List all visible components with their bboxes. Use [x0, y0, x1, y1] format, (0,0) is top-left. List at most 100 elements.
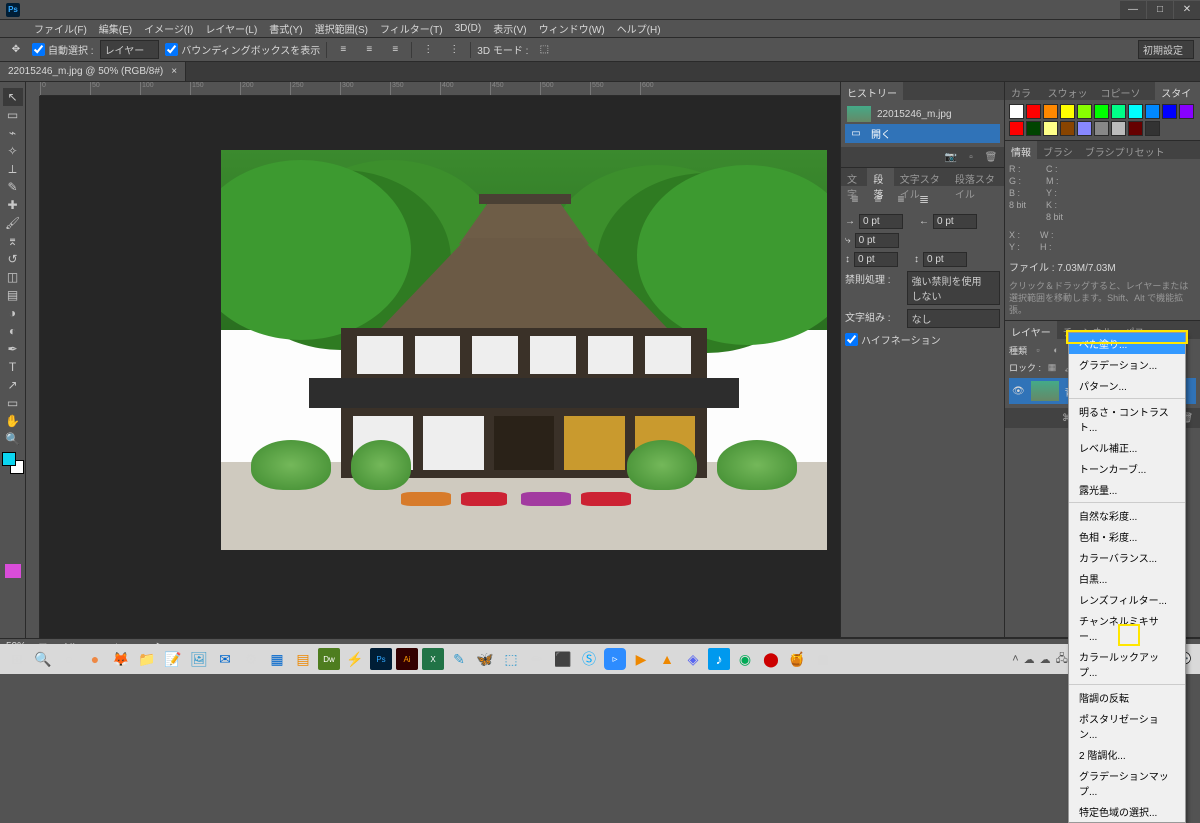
indent-left[interactable]: → 0 pt [845, 214, 903, 229]
tray-onedrive-icon[interactable]: ☁ [1040, 653, 1051, 666]
close-button[interactable]: ✕ [1174, 1, 1200, 19]
ctx-補正[interactable]: レベル補正... [1069, 437, 1185, 458]
brush-tool[interactable]: 🖌 [3, 214, 23, 232]
style-swatch[interactable] [1128, 121, 1143, 136]
ctx-べた塗り[interactable]: べた塗り... [1069, 333, 1185, 354]
chrome-icon[interactable]: ● [84, 648, 106, 670]
illustrator-icon[interactable]: Ai [396, 648, 418, 670]
tray-chevron-icon[interactable]: ˄ [1012, 653, 1018, 665]
tab-char[interactable]: 文字 [841, 168, 867, 186]
quickmask-button[interactable] [5, 564, 21, 578]
menu-help[interactable]: ヘルプ(H) [611, 19, 667, 38]
align-right-icon[interactable]: ≡ [891, 190, 911, 208]
tab-brushpreset[interactable]: ブラシプリセット [1079, 141, 1171, 159]
indent-first[interactable]: ⤷ 0 pt [845, 233, 899, 248]
tab-paragraph[interactable]: 段落 [867, 168, 893, 186]
history-source[interactable]: 22015246_m.jpg [845, 104, 1000, 124]
workspace-select[interactable]: 初期設定 [1138, 40, 1194, 59]
photos-icon[interactable]: 🖼 [188, 648, 210, 670]
indent-right[interactable]: ← 0 pt [919, 214, 977, 229]
minimize-button[interactable]: — [1120, 1, 1146, 19]
menu-select[interactable]: 選択範囲(S) [309, 19, 374, 38]
app-icon-2[interactable]: ▤ [292, 648, 314, 670]
style-swatch[interactable] [1179, 104, 1194, 119]
tab-swatches[interactable]: スウォッチ [1042, 82, 1095, 100]
ctx-ー[interactable]: チャンネルミキサー... [1069, 610, 1185, 646]
ctx-ー[interactable]: カラールックアップ... [1069, 646, 1185, 682]
style-swatch[interactable] [1094, 104, 1109, 119]
menu-filter[interactable]: フィルター(T) [374, 19, 449, 38]
style-swatch[interactable] [1043, 121, 1058, 136]
doc-tab-close[interactable]: × [171, 66, 177, 77]
tab-clone[interactable]: コピーソース [1095, 82, 1156, 100]
tab-history[interactable]: ヒストリー [841, 82, 903, 100]
app-icon-6[interactable]: ✏ [526, 648, 548, 670]
align-left-icon[interactable]: ≡ [845, 190, 865, 208]
move-tool[interactable]: ↖ [3, 88, 23, 106]
mojikumi-select[interactable]: なし [907, 309, 1000, 328]
fg-bg-swatch[interactable] [2, 452, 24, 474]
wand-tool[interactable]: ✧ [3, 142, 23, 160]
dodge-tool[interactable]: ◐ [3, 322, 23, 340]
history-step-open[interactable]: ▭開く [845, 124, 1000, 143]
app-icon-7[interactable]: 🍯 [786, 648, 808, 670]
mode3d-icon[interactable]: ⬚ [534, 40, 554, 60]
lasso-tool[interactable]: ⌁ [3, 124, 23, 142]
tab-layers[interactable]: レイヤー [1005, 321, 1057, 339]
ctx-階調の反転[interactable]: 階調の反転 [1069, 687, 1185, 708]
style-swatch[interactable] [1145, 104, 1160, 119]
menu-3d[interactable]: 3D(D) [449, 21, 488, 36]
align-icon-3[interactable]: ≡ [385, 40, 405, 60]
type-tool[interactable]: T [3, 358, 23, 376]
photoshop-icon[interactable]: Ps [370, 648, 392, 670]
app-dark-icon[interactable]: ◼ [812, 648, 834, 670]
app-icon-4[interactable]: 🦋 [474, 648, 496, 670]
tab-charstyle[interactable]: 文字スタイル [894, 168, 949, 186]
firefox-icon[interactable]: 🦊 [110, 648, 132, 670]
start-button[interactable]: ⊞ [6, 648, 28, 670]
zoom-icon[interactable]: ▹ [604, 648, 626, 670]
ctx-色相・彩度[interactable]: 色相・彩度... [1069, 526, 1185, 547]
lock-trans-icon[interactable]: ▦ [1045, 360, 1059, 374]
filter-adj-icon[interactable]: ◐ [1049, 343, 1063, 357]
autoselect-dropdown[interactable]: レイヤー [100, 40, 160, 59]
tray-cloud-icon[interactable]: ☁ [1024, 653, 1035, 666]
ctx-特定色域の選択[interactable]: 特定色域の選択... [1069, 801, 1185, 822]
eyedropper-tool[interactable]: ✎ [3, 178, 23, 196]
menu-file[interactable]: ファイル(F) [28, 19, 93, 38]
ctx-ー[interactable]: グラデーションマップ... [1069, 765, 1185, 801]
ctx-ー[interactable]: グラデーション... [1069, 354, 1185, 375]
autoselect-checkbox[interactable] [32, 43, 45, 56]
app-icon-3[interactable]: ✎ [448, 648, 470, 670]
style-swatch[interactable] [1077, 121, 1092, 136]
style-swatch[interactable] [1026, 104, 1041, 119]
menu-window[interactable]: ウィンドウ(W) [533, 19, 611, 38]
menu-view[interactable]: 表示(V) [487, 19, 532, 38]
flash-icon[interactable]: ⚡ [344, 648, 366, 670]
visibility-icon[interactable]: 👁 [1012, 386, 1025, 397]
style-swatch[interactable] [1060, 104, 1075, 119]
tab-parastyle[interactable]: 段落スタイル [949, 168, 1004, 186]
eraser-tool[interactable]: ◫ [3, 268, 23, 286]
outlook-icon[interactable]: ✉ [214, 648, 236, 670]
maximize-button[interactable]: □ [1147, 1, 1173, 19]
notepad-icon[interactable]: 📝 [162, 648, 184, 670]
app-green-icon[interactable]: ◉ [734, 648, 756, 670]
menu-layer[interactable]: レイヤー(L) [199, 19, 263, 38]
shape-tool[interactable]: ▭ [3, 394, 23, 412]
marquee-tool[interactable]: ▭ [3, 106, 23, 124]
style-swatch[interactable] [1060, 121, 1075, 136]
style-swatch[interactable] [1145, 121, 1160, 136]
skype-icon[interactable]: Ⓢ [578, 648, 600, 670]
tab-color[interactable]: カラー [1005, 82, 1042, 100]
tab-info[interactable]: 情報 [1005, 141, 1037, 159]
ctx-ーー[interactable]: トーンカーブ... [1069, 458, 1185, 479]
style-swatch[interactable] [1111, 121, 1126, 136]
bbox-checkbox[interactable] [165, 43, 178, 56]
style-swatch[interactable] [1162, 104, 1177, 119]
settings-icon[interactable]: ⚙ [240, 648, 262, 670]
music-icon[interactable]: ♪ [708, 648, 730, 670]
tray-network-icon[interactable]: 🖧 [1056, 650, 1068, 669]
style-swatch[interactable] [1077, 104, 1092, 119]
cortana-icon[interactable]: ○ [58, 648, 80, 670]
